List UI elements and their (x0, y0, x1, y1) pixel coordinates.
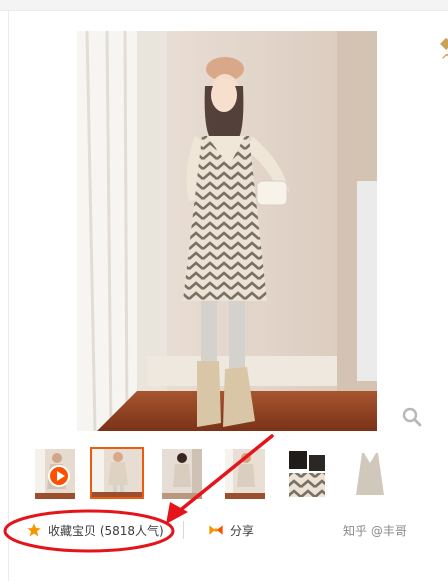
thumbnail-4[interactable] (225, 449, 265, 499)
clipped-right-text: ◆ ^ (440, 34, 448, 70)
share-label: 分享 (230, 523, 255, 538)
thumbnail-6[interactable] (350, 449, 390, 499)
watermark-text: 知乎 @丰哥 (343, 524, 407, 538)
favorite-label: 收藏宝贝 (5818人气) (48, 523, 164, 538)
action-divider (183, 521, 184, 539)
main-product-image[interactable] (77, 31, 377, 431)
thumbnail-selected[interactable] (90, 447, 144, 499)
star-icon (27, 523, 41, 537)
thumbnail-3[interactable] (162, 449, 202, 499)
thumbnail-video[interactable] (35, 449, 75, 499)
share-button[interactable]: 分享 (208, 520, 254, 540)
top-strip (0, 0, 448, 11)
favorite-button[interactable]: 收藏宝贝 (5818人气) (26, 520, 164, 540)
share-icon (209, 525, 223, 535)
play-icon[interactable] (48, 465, 70, 487)
zoom-icon[interactable] (401, 406, 423, 428)
thumbnail-5[interactable] (287, 449, 327, 499)
